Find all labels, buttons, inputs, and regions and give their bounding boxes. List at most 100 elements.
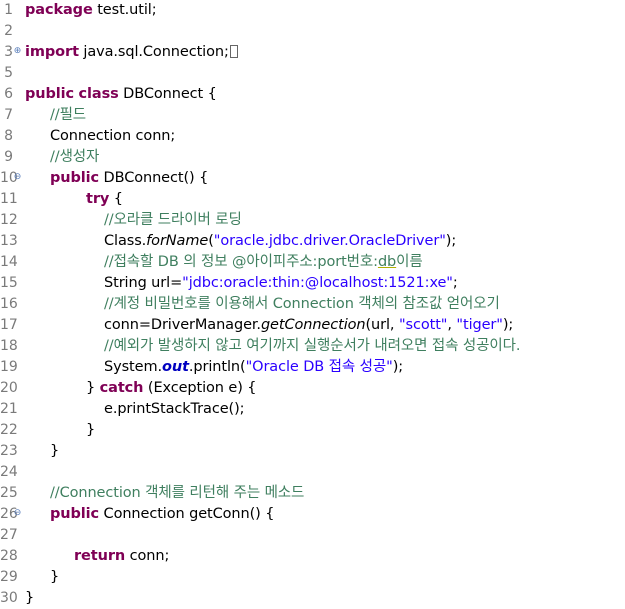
code-token: conn=DriverManager.: [104, 317, 261, 333]
code-line[interactable]: 2: [0, 21, 625, 42]
code-line[interactable]: 9 //생성자: [0, 147, 625, 168]
line-number: 24: [0, 464, 18, 480]
line-number: 23: [0, 443, 18, 459]
code-line[interactable]: 7 //필드: [0, 105, 625, 126]
code-token: }: [50, 569, 60, 585]
code-token: );: [445, 233, 457, 249]
code-line[interactable]: 16 //계정 비밀번호를 이용해서 Connection 객체의 참조값 얻어오…: [0, 294, 625, 315]
code-line[interactable]: 30}: [0, 588, 625, 609]
code-line[interactable]: 25 //Connection 객체를 리턴해 주는 메소드: [0, 483, 625, 504]
collapsed-region-icon[interactable]: [229, 45, 238, 58]
code-line[interactable]: 23}: [0, 441, 625, 462]
code-line[interactable]: 29}: [0, 567, 625, 588]
code-text: public class DBConnect {: [25, 84, 217, 105]
code-line[interactable]: 13 Class.forName("oracle.jdbc.driver.Orac…: [0, 231, 625, 252]
line-number: 13: [0, 233, 18, 249]
code-text: //접속할 DB 의 정보 @아이피주소:port번호:db이름: [104, 252, 423, 273]
code-token: }: [86, 380, 100, 396]
line-number: 10: [0, 170, 18, 186]
code-token: System.: [104, 359, 162, 375]
code-text: e.printStackTrace();: [104, 399, 245, 420]
code-text: //오라클 드라이버 로딩: [104, 210, 242, 231]
code-token: //필드: [50, 107, 87, 123]
code-line[interactable]: 24: [0, 462, 625, 483]
code-token: //접속할 DB 의 정보 @아이피주소:port번호:: [104, 254, 378, 270]
code-token: ;: [452, 275, 458, 291]
code-text: Class.forName("oracle.jdbc.driver.Oracle…: [104, 231, 456, 252]
code-token: (url,: [365, 317, 399, 333]
code-line[interactable]: 18 //예외가 발생하지 않고 여기까지 실행순서가 내려오면 접속 성공이다.: [0, 336, 625, 357]
line-number: 16: [0, 296, 18, 312]
code-text: }: [86, 420, 95, 441]
code-text: //예외가 발생하지 않고 여기까지 실행순서가 내려오면 접속 성공이다.: [104, 336, 520, 357]
line-number: 5: [4, 65, 13, 81]
code-text: public DBConnect() {: [50, 168, 208, 189]
code-token: conn;: [125, 548, 170, 564]
code-line[interactable]: 19 System.out.println("Oracle DB 접속 성공");: [0, 357, 625, 378]
code-token: public: [50, 506, 100, 522]
code-line[interactable]: 10 ⊖ public DBConnect() {: [0, 168, 625, 189]
line-number: 15: [0, 275, 18, 291]
code-token: java.sql.Connection;: [78, 44, 229, 60]
collapse-fold-icon[interactable]: ⊖: [13, 509, 22, 518]
line-number: 2: [4, 23, 13, 39]
code-token: //생성자: [50, 149, 100, 165]
code-text: package test.util;: [25, 0, 157, 21]
code-line[interactable]: 6 public class DBConnect {: [0, 84, 625, 105]
code-text: //생성자: [50, 147, 99, 168]
line-number: 14: [0, 254, 18, 270]
code-token: }: [86, 422, 96, 438]
code-token: test.util;: [92, 2, 157, 18]
collapse-fold-icon[interactable]: ⊖: [13, 173, 22, 182]
code-token: public: [50, 170, 100, 186]
code-token: }: [50, 443, 60, 459]
code-line[interactable]: 12 //오라클 드라이버 로딩: [0, 210, 625, 231]
code-line[interactable]: 5: [0, 63, 625, 84]
code-token: (Exception e) {: [143, 380, 257, 396]
code-line[interactable]: 27: [0, 525, 625, 546]
code-line[interactable]: 3 ⊕ import java.sql.Connection;: [0, 42, 625, 63]
line-number: 3: [4, 44, 13, 60]
code-line[interactable]: 8 Connection conn;: [0, 126, 625, 147]
line-number: 21: [0, 401, 18, 417]
code-text: //계정 비밀번호를 이용해서 Connection 객체의 참조값 얻어오기: [104, 294, 500, 315]
code-text: //Connection 객체를 리턴해 주는 메소드: [50, 483, 304, 504]
code-token: catch: [99, 380, 144, 396]
code-line[interactable]: 1 package test.util;: [0, 0, 625, 21]
code-token: "tiger": [456, 317, 503, 333]
code-line[interactable]: 21 e.printStackTrace();: [0, 399, 625, 420]
code-token: }: [25, 590, 35, 606]
code-text: Connection conn;: [50, 126, 175, 147]
code-token: getConnection: [260, 317, 366, 333]
code-line[interactable]: 20} catch (Exception e) {: [0, 378, 625, 399]
code-line[interactable]: 17 conn=DriverManager.getConnection(url, …: [0, 315, 625, 336]
code-token: DBConnect {: [118, 86, 217, 102]
code-line[interactable]: 28 return conn;: [0, 546, 625, 567]
code-token: e.printStackTrace();: [104, 401, 245, 417]
code-line[interactable]: 26 ⊖ public Connection getConn() {: [0, 504, 625, 525]
code-text: } catch (Exception e) {: [86, 378, 257, 399]
code-text: conn=DriverManager.getConnection(url, "s…: [104, 315, 513, 336]
code-token: "Oracle DB 접속 성공": [245, 359, 393, 375]
code-token: class: [78, 86, 119, 102]
line-number: 8: [4, 128, 13, 144]
code-token: //Connection 객체를 리턴해 주는 메소드: [50, 485, 305, 501]
code-line[interactable]: 15 String url="jdbc:oracle:thin:@localhos…: [0, 273, 625, 294]
code-token: 이름: [396, 254, 423, 270]
code-token: String url=: [104, 275, 183, 291]
expand-fold-icon[interactable]: ⊕: [13, 47, 22, 56]
line-number: 28: [0, 548, 18, 564]
code-editor[interactable]: 1 package test.util; 2 3 ⊕ import java.sql.Co…: [0, 0, 625, 609]
line-number: 30: [0, 590, 18, 606]
line-number: 1: [4, 2, 13, 18]
code-line[interactable]: 14 //접속할 DB 의 정보 @아이피주소:port번호:db이름: [0, 252, 625, 273]
code-token: return: [74, 548, 126, 564]
code-line[interactable]: 22}: [0, 420, 625, 441]
code-token: public: [25, 86, 75, 102]
code-token: Connection conn;: [50, 128, 176, 144]
line-number: 25: [0, 485, 18, 501]
code-line[interactable]: 11 try {: [0, 189, 625, 210]
code-text: }: [50, 567, 59, 588]
line-number: 27: [0, 527, 18, 543]
line-number: 17: [0, 317, 18, 333]
